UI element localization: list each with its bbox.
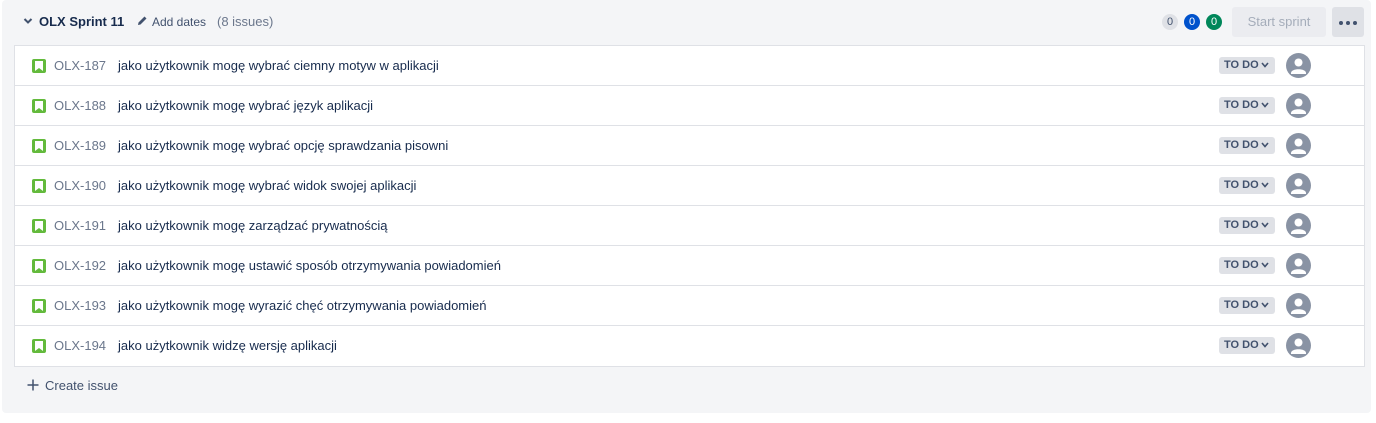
chevron-down-icon [1261,182,1269,188]
status-dropdown[interactable]: TO DO [1219,337,1275,354]
sprint-container: OLX Sprint 11 Add dates (8 issues) 0 0 0… [2,0,1371,413]
issue-summary[interactable]: jako użytkownik mogę wybrać widok swojej… [118,178,416,193]
issue-key[interactable]: OLX-193 [54,298,106,313]
chevron-down-icon[interactable] [22,15,34,27]
sprint-header: OLX Sprint 11 Add dates (8 issues) 0 0 0… [2,0,1371,44]
add-dates-label: Add dates [152,15,207,29]
status-dropdown[interactable]: TO DO [1219,137,1275,154]
status-label: TO DO [1224,179,1259,191]
status-dropdown[interactable]: TO DO [1219,177,1275,194]
chevron-down-icon [1261,302,1269,308]
status-dropdown[interactable]: TO DO [1219,57,1275,74]
done-count-badge: 0 [1206,14,1222,30]
issue-key[interactable]: OLX-191 [54,218,106,233]
create-issue-label: Create issue [45,378,118,393]
issue-summary[interactable]: jako użytkownik widzę wersję aplikacji [118,338,337,353]
issue-row[interactable]: OLX-190 jako użytkownik mogę wybrać wido… [15,166,1364,206]
todo-count-badge: 0 [1162,14,1178,30]
assignee-avatar-icon[interactable] [1286,173,1311,198]
chevron-down-icon [1261,62,1269,68]
sprint-title[interactable]: OLX Sprint 11 [39,14,124,29]
chevron-down-icon [1261,342,1269,348]
status-label: TO DO [1224,219,1259,231]
issue-row[interactable]: OLX-193 jako użytkownik mogę wyrazić chę… [15,286,1364,326]
status-label: TO DO [1224,99,1259,111]
story-icon [32,219,46,233]
issue-key[interactable]: OLX-189 [54,138,106,153]
story-icon [32,139,46,153]
issue-count: (8 issues) [217,14,274,29]
issue-summary[interactable]: jako użytkownik mogę wybrać ciemny motyw… [118,58,439,73]
issue-key[interactable]: OLX-188 [54,98,106,113]
issue-row[interactable]: OLX-194 jako użytkownik widzę wersję apl… [15,326,1364,365]
story-icon [32,99,46,113]
story-icon [32,59,46,73]
issue-summary[interactable]: jako użytkownik mogę zarządzać prywatnoś… [118,218,388,233]
assignee-avatar-icon[interactable] [1286,333,1311,358]
assignee-avatar-icon[interactable] [1286,53,1311,78]
issue-key[interactable]: OLX-190 [54,178,106,193]
in-progress-count-badge: 0 [1184,14,1200,30]
assignee-avatar-icon[interactable] [1286,213,1311,238]
status-label: TO DO [1224,339,1259,351]
chevron-down-icon [1261,102,1269,108]
assignee-avatar-icon[interactable] [1286,133,1311,158]
issue-summary[interactable]: jako użytkownik mogę wyrazić chęć otrzym… [118,298,486,313]
chevron-down-icon [1261,262,1269,268]
issue-key[interactable]: OLX-187 [54,58,106,73]
chevron-down-icon [1261,142,1269,148]
more-actions-button[interactable] [1332,7,1364,37]
assignee-avatar-icon[interactable] [1286,293,1311,318]
pencil-icon [138,16,147,25]
status-dropdown[interactable]: TO DO [1219,297,1275,314]
status-dropdown[interactable]: TO DO [1219,97,1275,114]
status-label: TO DO [1224,299,1259,311]
status-dropdown[interactable]: TO DO [1219,257,1275,274]
status-label: TO DO [1224,139,1259,151]
status-dropdown[interactable]: TO DO [1219,217,1275,234]
story-icon [32,339,46,353]
issue-row[interactable]: OLX-191 jako użytkownik mogę zarządzać p… [15,206,1364,246]
issue-row[interactable]: OLX-192 jako użytkownik mogę ustawić spo… [15,246,1364,286]
assignee-avatar-icon[interactable] [1286,93,1311,118]
issue-key[interactable]: OLX-194 [54,338,106,353]
issue-summary[interactable]: jako użytkownik mogę wybrać język aplika… [118,98,373,113]
story-icon [32,259,46,273]
issue-key[interactable]: OLX-192 [54,258,106,273]
start-sprint-button[interactable]: Start sprint [1232,7,1326,37]
issue-summary[interactable]: jako użytkownik mogę wybrać opcję sprawd… [118,138,448,153]
plus-icon [27,379,39,391]
issue-row[interactable]: OLX-188 jako użytkownik mogę wybrać języ… [15,86,1364,126]
issue-summary[interactable]: jako użytkownik mogę ustawić sposób otrz… [118,258,501,273]
assignee-avatar-icon[interactable] [1286,253,1311,278]
issue-list: OLX-187 jako użytkownik mogę wybrać ciem… [14,45,1365,367]
issue-row[interactable]: OLX-187 jako użytkownik mogę wybrać ciem… [15,46,1364,86]
chevron-down-icon [1261,222,1269,228]
story-icon [32,179,46,193]
story-icon [32,299,46,313]
status-label: TO DO [1224,259,1259,271]
issue-row[interactable]: OLX-189 jako użytkownik mogę wybrać opcj… [15,126,1364,166]
status-label: TO DO [1224,59,1259,71]
